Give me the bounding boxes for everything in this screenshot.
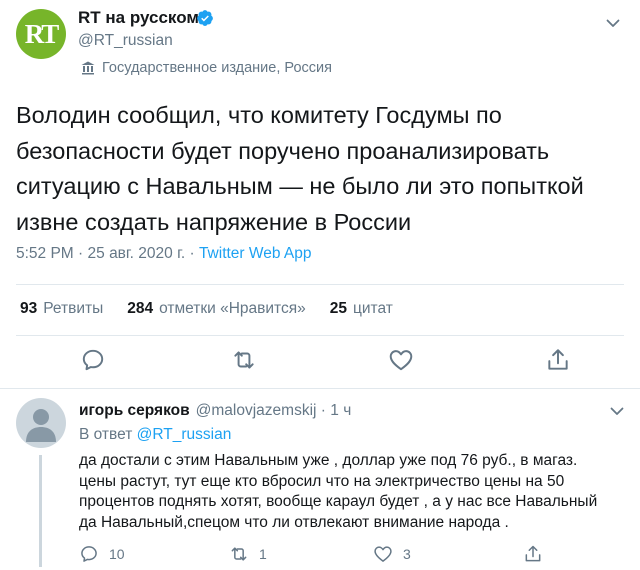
reply-icon bbox=[81, 546, 97, 562]
share-icon bbox=[525, 545, 541, 562]
tweet-time[interactable]: 5:52 PM bbox=[16, 245, 74, 263]
default-avatar-icon bbox=[26, 409, 56, 442]
reply-header: игорь серяков @malovjazemskij · 1 ч bbox=[79, 402, 351, 420]
reply-icon[interactable] bbox=[80, 347, 106, 373]
divider bbox=[0, 388, 640, 389]
chevron-down-icon[interactable] bbox=[604, 14, 622, 32]
tweet-stats: 93 Ретвиты 284 отметки «Нравится» 25 цит… bbox=[20, 300, 417, 318]
like-icon[interactable] bbox=[388, 347, 414, 373]
tweet-meta: 5:52 PM · 25 авг. 2020 г. · Twitter Web … bbox=[16, 245, 312, 263]
retweet-icon[interactable] bbox=[231, 347, 257, 373]
state-media-text: Государственное издание, Россия bbox=[102, 60, 332, 76]
reply-share-action[interactable] bbox=[523, 544, 553, 564]
reply-to-line: В ответ @RT_russian bbox=[79, 426, 231, 444]
likes-label: отметки «Нравится» bbox=[159, 300, 306, 317]
reply-handle[interactable]: @malovjazemskij bbox=[196, 402, 317, 420]
reply-count: 10 bbox=[109, 546, 125, 562]
likes-stat[interactable]: 284 отметки «Нравится» bbox=[127, 300, 306, 318]
rt-logo-text: RT bbox=[24, 18, 60, 49]
tweet-source[interactable]: Twitter Web App bbox=[199, 245, 312, 263]
tweet-handle[interactable]: @RT_russian bbox=[78, 32, 173, 50]
like-icon bbox=[374, 546, 392, 562]
reply-time[interactable]: 1 ч bbox=[330, 402, 351, 420]
state-media-label[interactable]: Государственное издание, Россия bbox=[80, 58, 332, 78]
reply-reply-action[interactable]: 10 bbox=[79, 544, 125, 564]
rt-avatar[interactable]: RT bbox=[16, 9, 66, 59]
reply-retweet-action[interactable]: 1 bbox=[229, 544, 267, 564]
retweets-stat[interactable]: 93 Ретвиты bbox=[20, 300, 103, 318]
tweet-display-name[interactable]: RT на русском bbox=[78, 8, 199, 28]
chevron-down-icon[interactable] bbox=[608, 402, 626, 420]
tweet-date[interactable]: 25 авг. 2020 г. bbox=[88, 245, 186, 263]
quotes-stat[interactable]: 25 цитат bbox=[330, 300, 393, 318]
retweet-count: 1 bbox=[259, 546, 267, 562]
reply-avatar[interactable] bbox=[16, 398, 66, 448]
retweets-label: Ретвиты bbox=[43, 300, 104, 317]
divider bbox=[16, 335, 624, 336]
reply-text: да достали с этим Навальным уже , доллар… bbox=[79, 452, 598, 531]
divider bbox=[16, 284, 624, 285]
separator: · bbox=[316, 402, 331, 419]
quotes-label: цитат bbox=[353, 300, 393, 317]
reply-to-prefix: В ответ bbox=[79, 426, 137, 443]
quotes-count: 25 bbox=[329, 300, 347, 317]
separator: · bbox=[185, 245, 199, 262]
reply-like-action[interactable]: 3 bbox=[373, 544, 411, 564]
verified-badge-icon bbox=[197, 10, 213, 26]
likes-count: 284 bbox=[127, 300, 154, 317]
state-media-flag-icon bbox=[81, 61, 95, 75]
thread-line bbox=[39, 455, 42, 567]
retweets-count: 93 bbox=[20, 300, 38, 317]
share-icon[interactable] bbox=[545, 347, 571, 373]
reply-display-name[interactable]: игорь серяков bbox=[79, 402, 190, 420]
like-count: 3 bbox=[403, 546, 411, 562]
reply-to-mention[interactable]: @RT_russian bbox=[137, 426, 232, 443]
retweet-icon bbox=[231, 547, 247, 561]
separator: · bbox=[73, 245, 88, 262]
tweet-text: Володин сообщил, что комитету Госдумы по… bbox=[16, 102, 584, 235]
